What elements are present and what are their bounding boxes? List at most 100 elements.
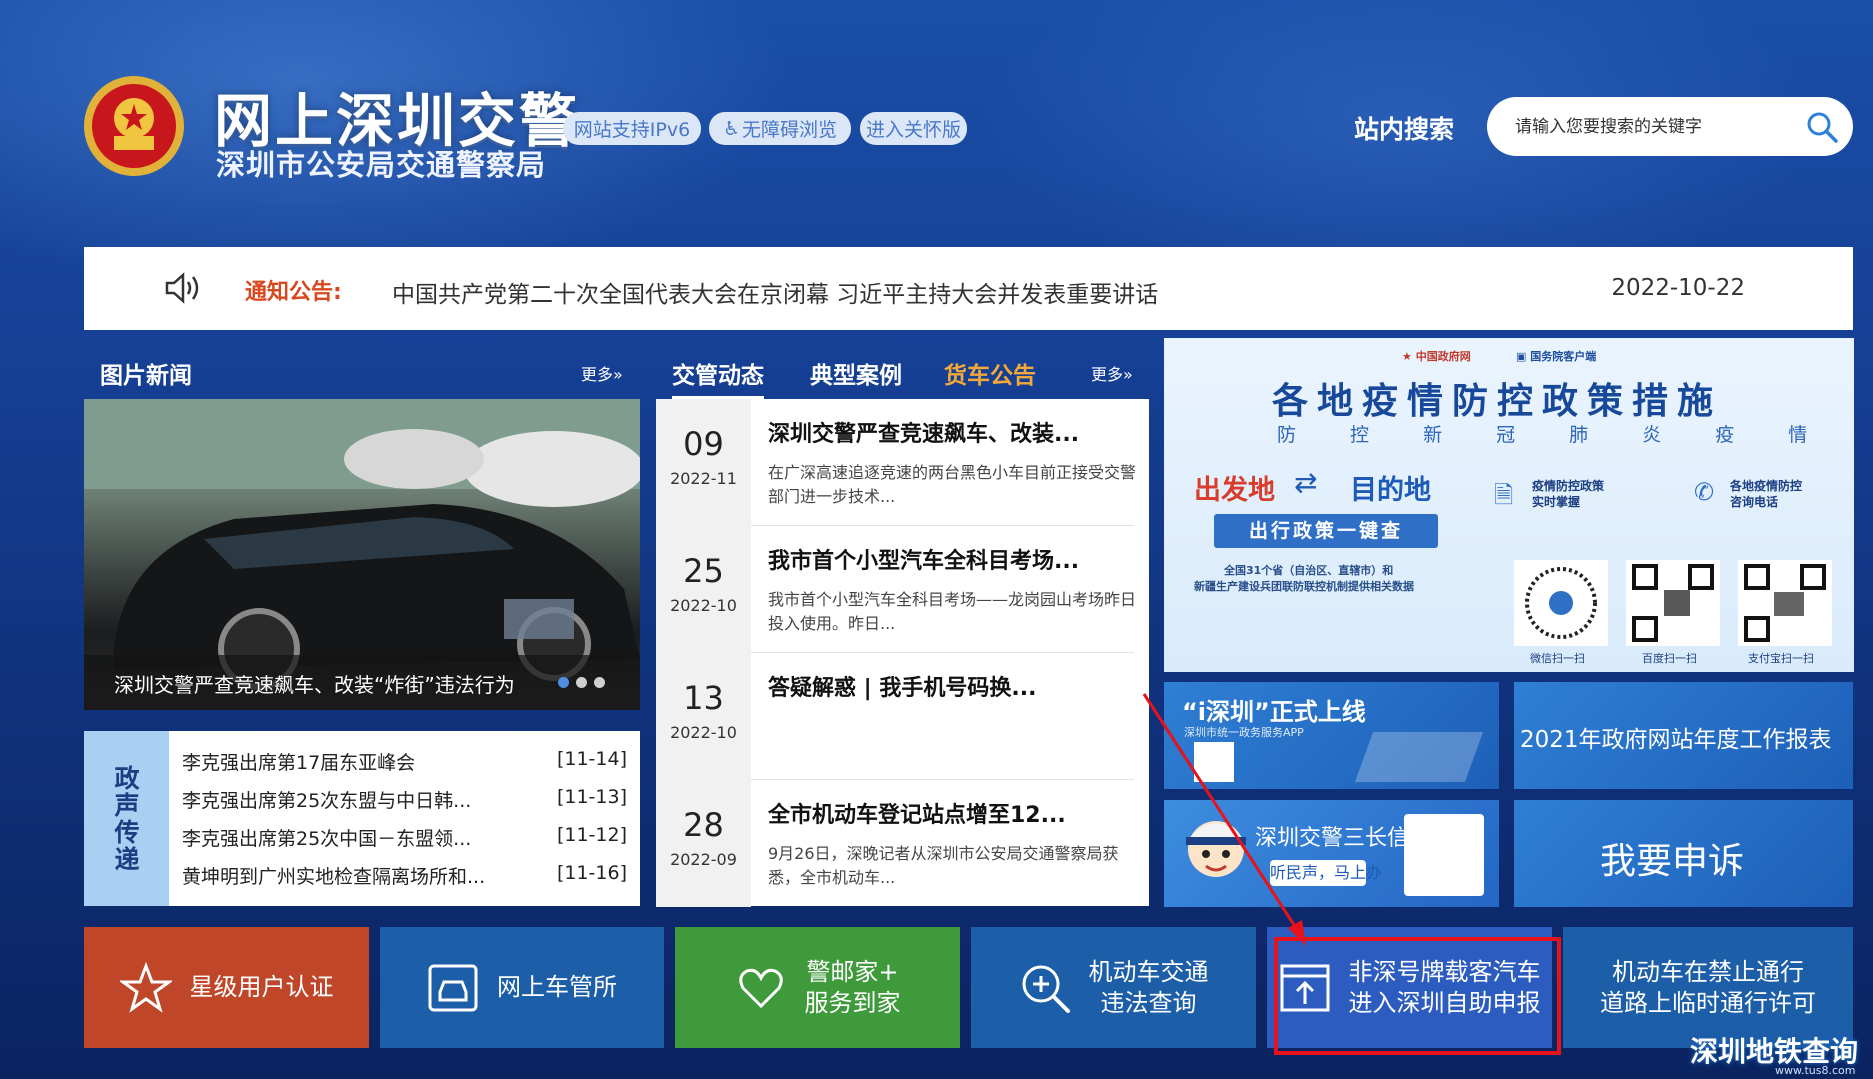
feature1-sub: 实时掌握: [1532, 495, 1581, 509]
speaker-icon: [165, 272, 199, 304]
search-icon[interactable]: [1805, 110, 1839, 144]
photo-news-more-link[interactable]: 更多»: [581, 361, 623, 385]
data-note-line1: 全国31个省（自治区、直辖市）和: [1224, 564, 1394, 577]
police-post-service-button[interactable]: 警邮家+ 服务到家: [675, 927, 960, 1048]
traffic-news-more-link[interactable]: 更多»: [1091, 361, 1133, 385]
policy-lookup-button[interactable]: 出行政策一键查: [1214, 514, 1438, 548]
annual-report-tile[interactable]: 2021年政府网站年度工作报表: [1514, 682, 1853, 789]
data-note-line2: 新疆生产建设兵团联防联控机制提供相关数据: [1194, 580, 1414, 593]
feature2-title: 各地疫情防控: [1730, 479, 1803, 493]
accessibility-label: 无障碍浏览: [742, 119, 838, 141]
gov-net-logo: ★ 中国政府网: [1402, 350, 1471, 363]
list-item[interactable]: 李克强出席第25次中国－东盟领... [11-12]: [182, 824, 627, 852]
accessibility-button[interactable]: ♿ 无障碍浏览: [709, 112, 851, 145]
baidu-qr-icon: [1626, 560, 1720, 646]
list-item[interactable]: 李克强出席第25次东盟与中日韩... [11-13]: [182, 786, 627, 814]
search-input[interactable]: [1515, 111, 1795, 143]
news-day: 13: [683, 679, 724, 717]
covid-banner-title: 各地疫情防控政策措施: [1272, 381, 1723, 422]
ipv6-badge[interactable]: 网站支持IPv6: [563, 112, 701, 145]
news-day: 09: [683, 425, 724, 463]
news-title: 深圳交警严查竞速飙车、改装...: [768, 422, 1080, 447]
police-emblem-icon: [84, 76, 184, 176]
news-date: 09 2022-11: [656, 399, 751, 526]
news-title: 我市首个小型汽车全科目考场...: [768, 549, 1080, 574]
news-summary: 在广深高速追逐竞速的两台黑色小车目前正接受交警部门进一步技术...: [768, 463, 1137, 506]
news-month: 2022-11: [670, 469, 737, 488]
photo-caption-bar: 深圳交警严查竞速飙车、改装“炸街”违法行为: [84, 655, 640, 710]
slide-dot[interactable]: [576, 677, 587, 688]
state-council-logo-text: 国务院客户端: [1530, 350, 1597, 363]
notice-bar: 通知公告: 中国共产党第二十次全国代表大会在京闭幕 习近平主持大会并发表重要讲话…: [84, 247, 1853, 330]
origin-label: 出发地: [1194, 475, 1275, 506]
news-day: 28: [683, 806, 724, 844]
notice-label: 通知公告:: [245, 280, 342, 305]
feature1-title: 疫情防控政策: [1532, 479, 1605, 493]
search-label: 站内搜索: [1354, 115, 1455, 144]
news-item[interactable]: 25 2022-10 我市首个小型汽车全科目考场... 我市首个小型汽车全科目考…: [656, 526, 1149, 653]
news-summary: 9月26日，深晚记者从深圳市公安局交通警察局获悉，全市机动车...: [768, 844, 1119, 887]
tab-truck-notices[interactable]: 货车公告: [944, 356, 1036, 390]
photo-caption: 深圳交警严查竞速飙车、改装“炸街”违法行为: [114, 673, 515, 697]
photo-news-title: 图片新闻: [100, 363, 192, 389]
button-label: 警邮家+ 服务到家: [804, 957, 901, 1017]
notice-link[interactable]: 中国共产党第二十次全国代表大会在京闭幕 习近平主持大会并发表重要讲话: [392, 275, 1158, 309]
news-date: 28 2022-09: [656, 780, 751, 907]
search-box: [1487, 97, 1853, 156]
covid-policy-banner[interactable]: ★ 中国政府网 ▣ 国务院客户端 各地疫情防控政策措施 防 控 新 冠 肺 炎 …: [1164, 338, 1854, 672]
qr-label: 百度扫一扫: [1642, 652, 1697, 665]
destination-label: 目的地: [1350, 475, 1431, 506]
traffic-news-list: 09 2022-11 深圳交警严查竞速飙车、改装... 在广深高速追逐竞速的两台…: [656, 399, 1149, 907]
list-item-title: 黄坤明到广州实地检查隔离场所和...: [182, 866, 486, 888]
news-item[interactable]: 13 2022-10 答疑解惑 | 我手机号码换...: [656, 653, 1149, 780]
document-icon: 🗎: [1494, 481, 1514, 509]
swap-arrows-icon: ⇄: [1294, 466, 1318, 499]
tab-typical-cases[interactable]: 典型案例: [810, 356, 902, 390]
button-label: 网上车管所: [497, 973, 617, 1001]
qr-label: 支付宝扫一扫: [1748, 652, 1814, 665]
heart-icon: [738, 968, 783, 1008]
wheelchair-icon: ♿: [722, 117, 741, 140]
news-item[interactable]: 28 2022-09 全市机动车登记站点增至12... 9月26日，深晚记者从深…: [656, 780, 1149, 907]
button-label: 星级用户认证: [189, 973, 334, 1001]
alipay-qr-icon: [1738, 560, 1832, 646]
news-month: 2022-10: [670, 723, 737, 742]
site-subtitle: 深圳市公安局交通警察局: [216, 148, 547, 182]
star-icon: [119, 961, 172, 1013]
wechat-qr-icon: [1514, 560, 1608, 646]
qr-label: 微信扫一扫: [1530, 652, 1585, 665]
gov-affairs-side: 政声传递: [84, 731, 169, 906]
list-item-title: 李克强出席第17届东亚峰会: [182, 752, 416, 774]
star-user-auth-button[interactable]: 星级用户认证: [84, 927, 369, 1048]
annotation-arrow: [1142, 693, 1306, 946]
news-item[interactable]: 09 2022-11 深圳交警严查竞速飙车、改装... 在广深高速追逐竞速的两台…: [656, 399, 1149, 526]
list-item-date: [11-16]: [556, 862, 627, 884]
notice-date: 2022-10-22: [1611, 275, 1745, 301]
online-vehicle-office-button[interactable]: 网上车管所: [380, 927, 664, 1048]
mailbox-qr-icon: [1404, 814, 1484, 896]
photo-news-slide[interactable]: 深圳交警严查竞速飙车、改装“炸街”违法行为: [84, 399, 640, 710]
news-title: 全市机动车登记站点增至12...: [768, 803, 1066, 828]
list-item-title: 李克强出席第25次中国－东盟领...: [182, 828, 472, 850]
slide-dot[interactable]: [594, 677, 605, 688]
gov-affairs-panel: 政声传递 李克强出席第17届东亚峰会 [11-14] 李克强出席第25次东盟与中日…: [84, 731, 640, 906]
care-mode-button[interactable]: 进入关怀版: [860, 112, 967, 145]
list-item[interactable]: 李克强出席第17届东亚峰会 [11-14]: [182, 748, 627, 776]
slide-dot-active[interactable]: [558, 677, 569, 688]
gov-affairs-label: 政声传递: [114, 764, 140, 874]
news-date: 25 2022-10: [656, 526, 751, 653]
watermark-url: www.tus8.com: [1775, 1064, 1856, 1077]
list-item-title: 李克强出席第25次东盟与中日韩...: [182, 790, 472, 812]
gov-net-logo-text: 中国政府网: [1415, 350, 1471, 363]
button-label: 机动车交通 违法查询: [1088, 957, 1209, 1017]
complaint-label: 我要申诉: [1600, 841, 1745, 882]
list-item-date: [11-13]: [556, 786, 627, 808]
annual-report-label: 2021年政府网站年度工作报表: [1520, 727, 1832, 753]
tab-traffic-dynamics[interactable]: 交管动态: [672, 356, 764, 399]
list-item[interactable]: 黄坤明到广州实地检查隔离场所和... [11-16]: [182, 862, 627, 890]
annotation-highlight-box: [1274, 937, 1561, 1055]
list-item-date: [11-12]: [556, 824, 627, 846]
complaint-tile[interactable]: 我要申诉: [1514, 800, 1853, 907]
news-month: 2022-09: [670, 850, 737, 869]
news-date: 13 2022-10: [656, 653, 751, 780]
